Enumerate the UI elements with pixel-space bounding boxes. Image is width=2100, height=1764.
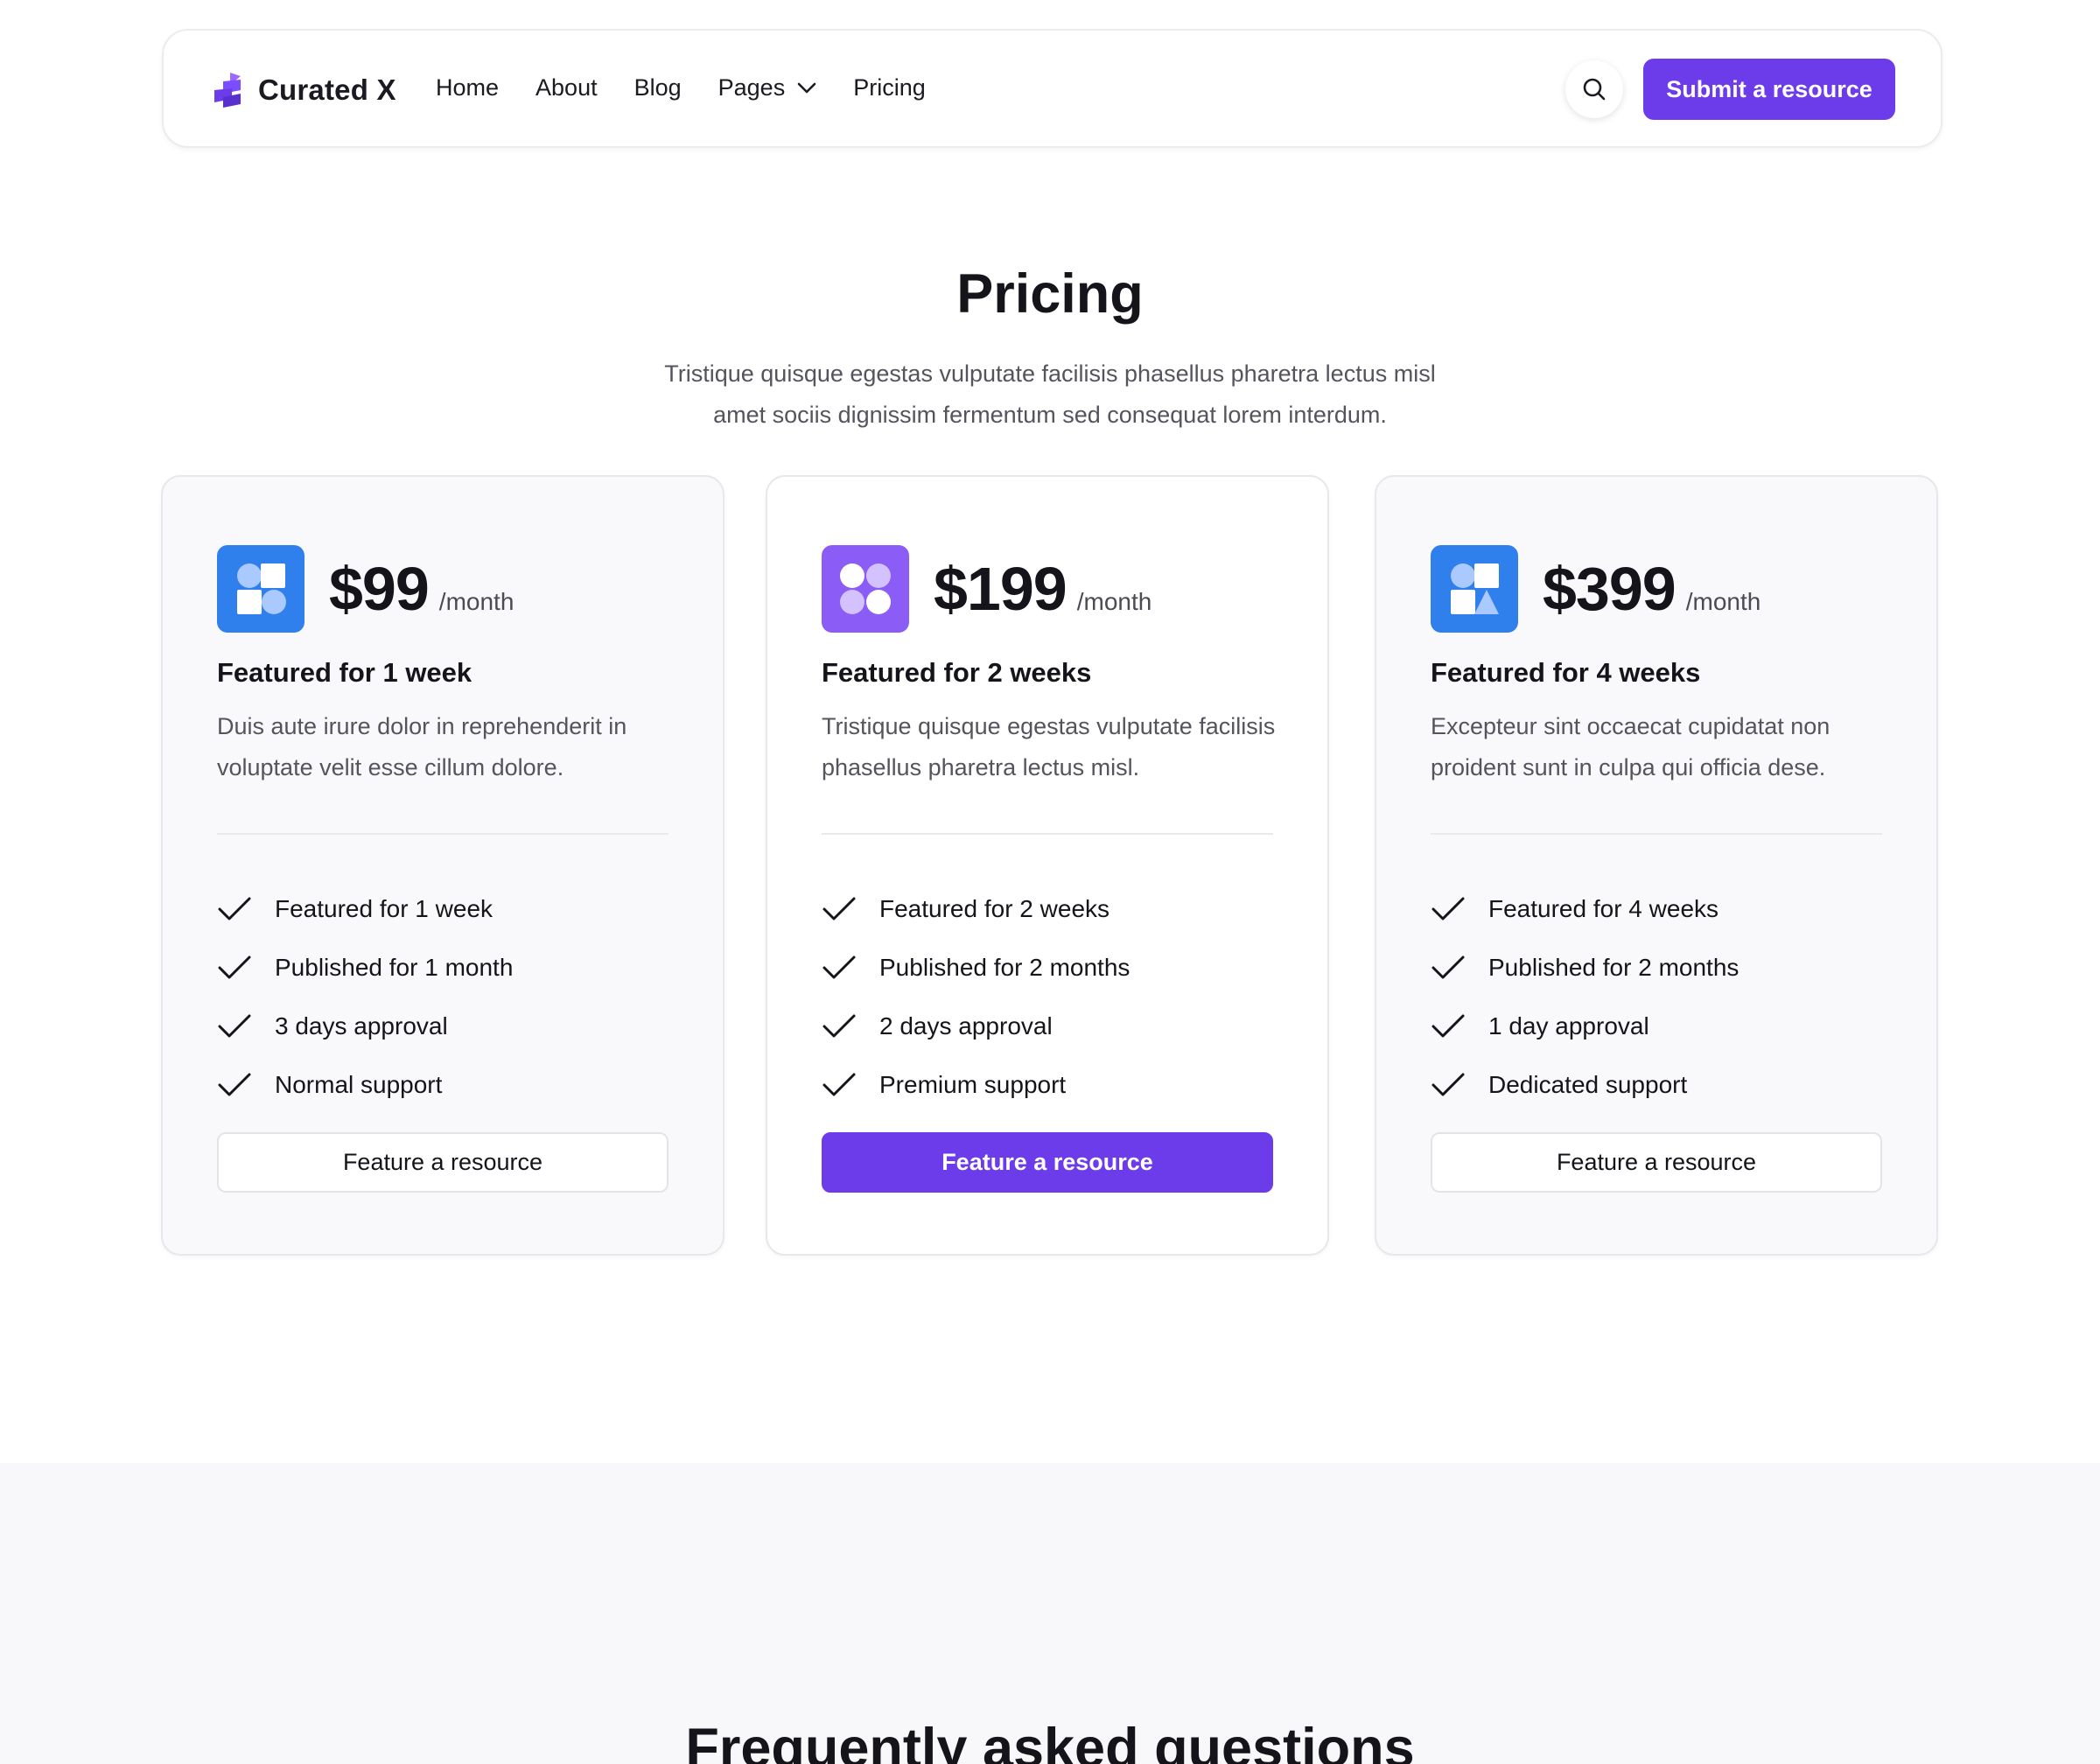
nav-pricing[interactable]: Pricing — [853, 74, 926, 102]
faq-title: Frequently asked questions — [685, 1718, 1415, 1764]
pricing-card-basic: $99 /month Featured for 1 week Duis aute… — [161, 475, 724, 1256]
page-subtitle-line-2: amet sociis dignissim fermentum sed cons… — [713, 402, 1387, 428]
feature-label: Normal support — [275, 1070, 443, 1098]
nav-about[interactable]: About — [536, 74, 598, 102]
price-amount: $199 — [934, 555, 1068, 623]
brand-name: Curated X — [258, 74, 396, 106]
feature-label: 1 day approval — [1488, 1012, 1649, 1040]
plan-icon-shapes — [217, 545, 304, 633]
check-icon — [218, 956, 251, 978]
feature-item: Normal support — [217, 1055, 513, 1114]
search-icon — [1583, 78, 1606, 101]
feature-label: Featured for 2 weeks — [879, 894, 1110, 922]
feature-label: Featured for 1 week — [275, 894, 494, 922]
nav-pages-label: Pages — [718, 74, 786, 101]
feature-label: 2 days approval — [879, 1012, 1053, 1040]
check-icon — [218, 1073, 251, 1096]
feature-item: Published for 1 month — [217, 938, 513, 997]
check-icon — [1432, 897, 1465, 920]
plan-icon-geometric — [1431, 545, 1518, 633]
check-icon — [822, 897, 856, 920]
price: $399 /month — [1543, 554, 1760, 624]
price-period: /month — [1685, 588, 1761, 615]
divider — [217, 833, 668, 835]
plan-description: Tristique quisque egestas vulputate faci… — [822, 713, 1276, 780]
page-subtitle: Tristique quisque egestas vulputate faci… — [612, 354, 1488, 436]
check-icon — [822, 1073, 856, 1096]
plan-description: Duis aute irure dolor in reprehenderit i… — [217, 713, 627, 780]
feature-item: 1 day approval — [1431, 997, 1739, 1055]
check-icon — [218, 1014, 251, 1037]
nav-blog[interactable]: Blog — [634, 74, 682, 102]
price-period: /month — [438, 588, 514, 615]
divider — [822, 833, 1273, 835]
price-amount: $399 — [1543, 555, 1676, 623]
page-title: Pricing — [956, 263, 1144, 325]
feature-label: Published for 2 months — [879, 953, 1130, 981]
logo-icon — [214, 73, 241, 108]
pricing-card-standard: $199 /month Featured for 2 weeks Tristiq… — [766, 475, 1329, 1256]
price: $99 /month — [329, 554, 514, 624]
feature-label: Featured for 4 weeks — [1488, 894, 1719, 922]
feature-list: Featured for 2 weeks Published for 2 mon… — [822, 879, 1130, 1114]
price: $199 /month — [934, 554, 1152, 624]
feature-list: Featured for 1 week Published for 1 mont… — [217, 879, 513, 1114]
feature-item: Featured for 4 weeks — [1431, 879, 1739, 938]
feature-resource-button-primary[interactable]: Feature a resource — [822, 1132, 1273, 1193]
feature-label: Published for 1 month — [275, 953, 514, 981]
plan-description: Excepteur sint occaecat cupidatat non pr… — [1431, 713, 1830, 780]
feature-item: Featured for 1 week — [217, 879, 513, 938]
brand-logo[interactable]: Curated X — [211, 71, 396, 109]
feature-label: Published for 2 months — [1488, 953, 1740, 981]
check-icon — [218, 897, 251, 920]
feature-item: Published for 2 months — [822, 938, 1130, 997]
plan-title: Featured for 1 week — [217, 657, 472, 688]
check-icon — [1432, 1014, 1465, 1037]
check-icon — [822, 1014, 856, 1037]
submit-resource-button[interactable]: Submit a resource — [1643, 59, 1895, 120]
feature-item: Dedicated support — [1431, 1055, 1739, 1114]
feature-item: Featured for 2 weeks — [822, 879, 1130, 938]
main-nav: Home About Blog Pages Pricing — [436, 74, 962, 102]
nav-home[interactable]: Home — [436, 74, 499, 102]
feature-label: 3 days approval — [275, 1012, 448, 1040]
search-button[interactable] — [1565, 60, 1623, 118]
feature-item: 2 days approval — [822, 997, 1130, 1055]
feature-resource-button[interactable]: Feature a resource — [1431, 1132, 1882, 1193]
faq-section: Frequently asked questions — [0, 1463, 2100, 1764]
feature-label: Premium support — [879, 1070, 1067, 1098]
feature-item: Premium support — [822, 1055, 1130, 1114]
navbar: Curated X Home About Blog Pages Pricing … — [162, 29, 1942, 148]
price-period: /month — [1076, 588, 1152, 615]
feature-item: 3 days approval — [217, 997, 513, 1055]
feature-item: Published for 2 months — [1431, 938, 1739, 997]
page-subtitle-line-1: Tristique quisque egestas vulputate faci… — [664, 360, 1436, 387]
feature-list: Featured for 4 weeks Published for 2 mon… — [1431, 879, 1739, 1114]
chevron-down-icon — [797, 82, 816, 93]
check-icon — [1432, 956, 1465, 978]
feature-label: Dedicated support — [1488, 1070, 1688, 1098]
plan-title: Featured for 2 weeks — [822, 657, 1092, 688]
plan-title: Featured for 4 weeks — [1431, 657, 1701, 688]
pricing-card-premium: $399 /month Featured for 4 weeks Excepte… — [1375, 475, 1938, 1256]
divider — [1431, 833, 1882, 835]
plan-icon-circles — [822, 545, 909, 633]
price-amount: $99 — [329, 555, 430, 623]
check-icon — [1432, 1073, 1465, 1096]
feature-resource-button[interactable]: Feature a resource — [217, 1132, 668, 1193]
check-icon — [822, 956, 856, 978]
nav-pages-dropdown[interactable]: Pages — [718, 74, 817, 102]
